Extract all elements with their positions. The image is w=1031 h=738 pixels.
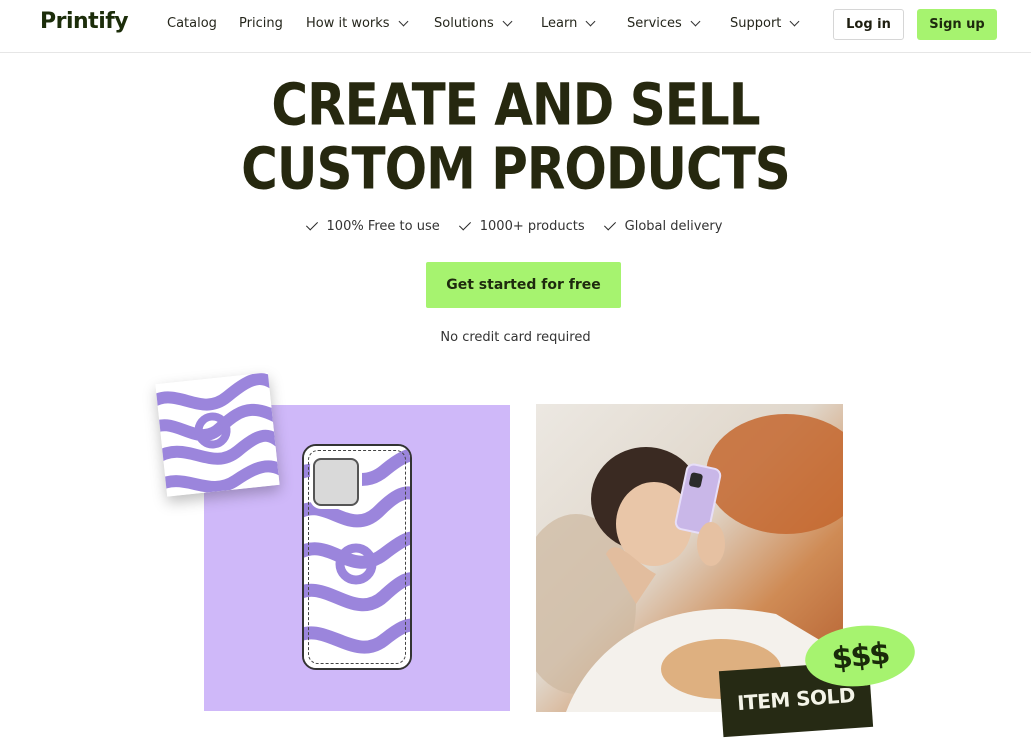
feature-label: 1000+ products — [479, 219, 585, 234]
swirl-pattern-swatch — [155, 372, 280, 497]
nav-learn-label: Learn — [541, 16, 578, 31]
chevron-down-icon — [585, 16, 596, 27]
no-credit-card-note: No credit card required — [440, 330, 591, 345]
nav-how-it-works-label: How it works — [306, 16, 390, 31]
feature-item: Global delivery — [603, 218, 723, 234]
nav-pricing-label: Pricing — [239, 16, 283, 31]
get-started-button[interactable]: Get started for free — [426, 262, 621, 308]
feature-item: 1000+ products — [458, 218, 585, 234]
hero-headline-line1: CREATE AND SELL — [271, 71, 760, 139]
top-navbar: Printify Catalog Pricing How it works So… — [0, 0, 1031, 53]
nav-learn[interactable]: Learn — [541, 16, 596, 31]
checkmark-icon — [603, 218, 616, 231]
signup-button[interactable]: Sign up — [917, 9, 997, 40]
nav-catalog[interactable]: Catalog — [167, 16, 217, 31]
nav-solutions-label: Solutions — [434, 16, 494, 31]
chevron-down-icon — [502, 16, 513, 27]
login-button[interactable]: Log in — [833, 9, 904, 40]
feature-list: 100% Free to use 1000+ products Global d… — [0, 218, 1031, 234]
nav-services[interactable]: Services — [627, 16, 701, 31]
nav-catalog-label: Catalog — [167, 16, 217, 31]
feature-label: 100% Free to use — [326, 219, 440, 234]
chevron-down-icon — [789, 16, 800, 27]
nav-support[interactable]: Support — [730, 16, 800, 31]
nav-solutions[interactable]: Solutions — [434, 16, 513, 31]
feature-item: 100% Free to use — [305, 218, 440, 234]
feature-label: Global delivery — [624, 219, 723, 234]
chevron-down-icon — [690, 16, 701, 27]
checkmark-icon — [305, 218, 318, 231]
printify-logo[interactable]: Printify — [40, 9, 129, 34]
checkmark-icon — [458, 218, 471, 231]
phone-case-mockup — [302, 444, 412, 670]
nav-services-label: Services — [627, 16, 682, 31]
nav-support-label: Support — [730, 16, 782, 31]
nav-pricing[interactable]: Pricing — [239, 16, 283, 31]
hero-headline-line2: CUSTOM PRODUCTS — [241, 135, 791, 203]
nav-how-it-works[interactable]: How it works — [306, 16, 409, 31]
chevron-down-icon — [398, 16, 409, 27]
camera-cutout — [313, 458, 359, 506]
